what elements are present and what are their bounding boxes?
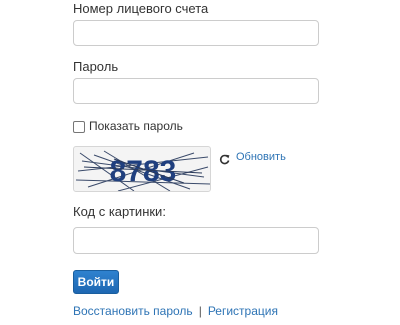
captcha-noise: 8783 [75, 150, 210, 191]
register-link[interactable]: Регистрация [208, 304, 278, 318]
restore-password-link[interactable]: Восстановить пароль [73, 304, 193, 318]
account-number-label: Номер лицевого счета [73, 1, 209, 16]
password-input[interactable] [73, 78, 319, 104]
refresh-icon[interactable] [219, 152, 230, 164]
captcha-image: 8783 [73, 146, 211, 192]
password-label: Пароль [73, 59, 119, 74]
account-number-input[interactable] [73, 20, 319, 46]
links-separator: | [198, 304, 202, 318]
captcha-code-input[interactable] [73, 227, 319, 254]
refresh-label[interactable]: Обновить [236, 151, 286, 163]
refresh-captcha-link[interactable]: Обновить [219, 151, 286, 164]
captcha-code-label: Код с картинки: [73, 204, 166, 219]
login-button[interactable]: Войти [73, 270, 119, 294]
show-password-label[interactable]: Показать пароль [89, 119, 183, 134]
auth-links: Восстановить пароль | Регистрация [73, 304, 278, 318]
show-password-checkbox[interactable] [73, 121, 85, 133]
